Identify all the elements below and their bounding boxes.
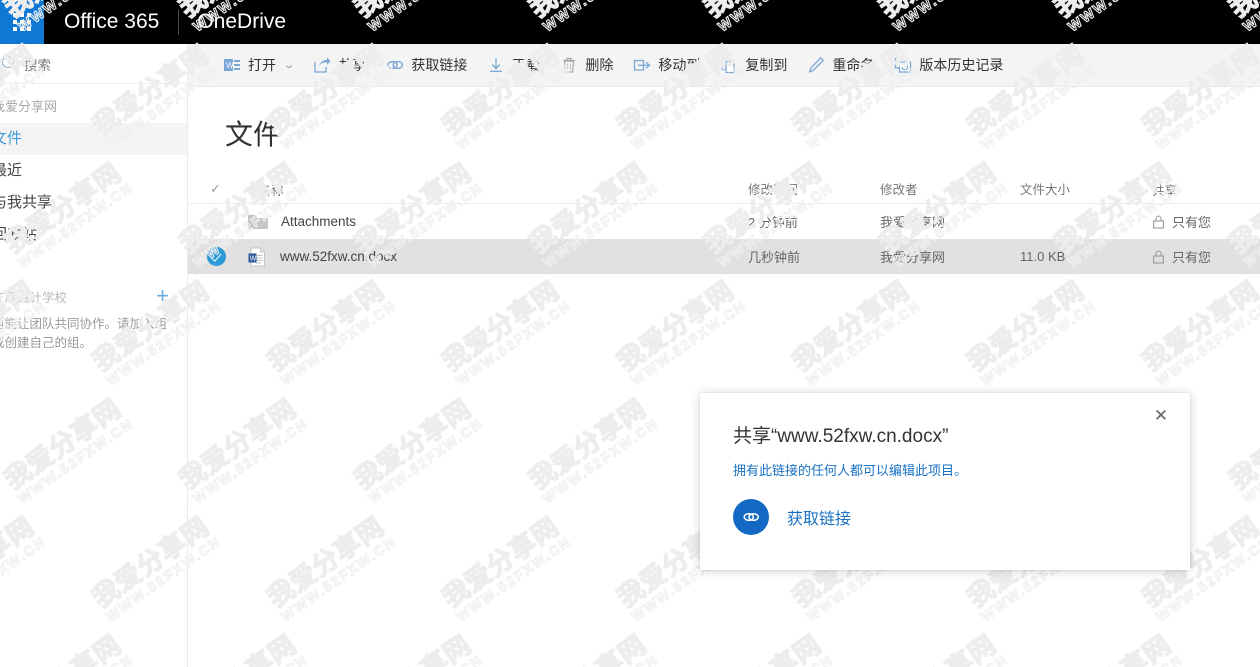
move-to-icon	[634, 59, 651, 71]
column-label: 修改时间	[748, 183, 799, 197]
main-content: 文件 ✓ ↑ 名称 修改时间 修改者 文件大小 共享 Attachments 2…	[188, 87, 1260, 667]
row-modified: 几秒钟前	[748, 250, 801, 265]
chevron-down-icon[interactable]: ⌄	[283, 60, 296, 71]
row-modified-by: 我爱分享网	[880, 215, 946, 230]
onedrive-app-name[interactable]: OneDrive	[179, 0, 304, 44]
file-name[interactable]: Attachments	[281, 214, 356, 229]
office-365-brand[interactable]: Office 365	[44, 0, 178, 44]
command-label: 打开	[248, 57, 276, 73]
table-row[interactable]: W www.52fxw.cn.docx 几秒钟前 我爱分享网 11.0 KB 只…	[188, 239, 1260, 274]
get-link-label: 获取链接	[787, 511, 852, 528]
checkmark-icon: ✓	[210, 181, 221, 196]
sidebar-item-label: 与我共享	[0, 194, 53, 211]
command-label: 下载	[512, 57, 541, 73]
get-link-action[interactable]: 获取链接	[700, 479, 1190, 535]
search-icon	[0, 53, 20, 75]
move-to-button[interactable]: 移动到	[623, 44, 710, 87]
row-modified: 2 分钟前	[748, 215, 798, 230]
plus-icon[interactable]: +	[156, 285, 169, 307]
sort-ascending-icon: ↑	[248, 183, 254, 195]
sidebar-item-label: 最近	[0, 162, 23, 179]
share-button[interactable]: 共享	[303, 44, 376, 87]
search-input[interactable]: 搜索	[0, 44, 187, 84]
trash-icon	[563, 57, 576, 73]
page-title: 文件	[225, 119, 282, 150]
sidebar-groups-header: 广厚设计学校 +	[0, 283, 187, 309]
column-label: 名称	[258, 183, 284, 198]
share-dialog: ✕ 共享“www.52fxw.cn.docx” 拥有此链接的任何人都可以编辑此项…	[700, 393, 1190, 570]
lock-icon	[1153, 250, 1164, 264]
open-button[interactable]: W 打开 ⌄	[213, 44, 303, 87]
command-label: 重命名	[832, 57, 875, 73]
get-link-button[interactable]: 获取链接	[376, 44, 477, 87]
command-label: 删除	[585, 57, 614, 73]
version-history-button[interactable]: 版本历史记录	[884, 44, 1013, 87]
file-list-header: ✓ ↑ 名称 修改时间 修改者 文件大小 共享	[188, 175, 1260, 204]
column-header-size[interactable]: 文件大小	[1020, 179, 1152, 199]
left-navigation: 搜索 我爱分享网 文件 最近 与我共享 回收站 广厚设计学校 + 组能让团队共同…	[0, 44, 188, 667]
sidebar-group-description: 组能让团队共同协作。请加入组或创建自己的组。	[0, 317, 168, 351]
copy-to-button[interactable]: 复制到	[710, 44, 797, 87]
search-placeholder: 搜索	[24, 57, 51, 73]
row-checkbox[interactable]	[202, 247, 248, 266]
command-label: 版本历史记录	[919, 57, 1004, 73]
row-size: 11.0 KB	[1020, 249, 1066, 264]
sidebar-item-recycle-bin[interactable]: 回收站	[0, 219, 187, 251]
row-name-cell[interactable]: W www.52fxw.cn.docx	[248, 247, 748, 267]
dialog-subtitle[interactable]: 拥有此链接的任何人都可以编辑此项目。	[700, 448, 1190, 479]
select-all-checkbox[interactable]: ✓	[202, 181, 248, 197]
waffle-grid-icon	[12, 12, 32, 32]
column-label: 文件大小	[1020, 183, 1071, 197]
checkmark-icon	[207, 247, 226, 266]
file-name[interactable]: www.52fxw.cn.docx	[280, 249, 397, 264]
svg-text:W: W	[250, 255, 257, 262]
link-circle-icon	[733, 499, 769, 535]
link-icon	[387, 60, 404, 70]
word-open-icon: W	[224, 59, 240, 71]
column-header-sharing[interactable]: 共享	[1152, 180, 1260, 199]
row-sharing[interactable]: 只有您	[1152, 247, 1260, 266]
version-history-icon	[895, 57, 912, 73]
column-header-name[interactable]: ↑ 名称	[248, 180, 748, 199]
lock-icon	[1153, 215, 1164, 229]
row-sharing[interactable]: 只有您	[1152, 212, 1260, 231]
column-label: 共享	[1152, 183, 1178, 198]
command-label: 获取链接	[411, 57, 468, 73]
command-label: 移动到	[658, 57, 701, 73]
sidebar-item-files[interactable]: 文件	[0, 123, 187, 155]
sidebar-item-label: 文件	[0, 130, 23, 147]
download-button[interactable]: 下载	[477, 44, 550, 87]
dialog-title: 共享“www.52fxw.cn.docx”	[733, 426, 949, 447]
rename-button[interactable]: 重命名	[797, 44, 884, 87]
sidebar-item-recent[interactable]: 最近	[0, 155, 187, 187]
svg-text:W: W	[226, 61, 234, 70]
sidebar-owner-name: 我爱分享网	[0, 99, 58, 114]
command-label: 共享	[338, 57, 367, 73]
file-list: ✓ ↑ 名称 修改时间 修改者 文件大小 共享 Attachments 2 分钟…	[188, 175, 1260, 274]
row-modified-by: 我爱分享网	[880, 250, 946, 265]
row-name-cell[interactable]: Attachments	[248, 214, 748, 230]
rename-pencil-icon	[808, 56, 825, 73]
copy-to-icon	[721, 57, 735, 74]
sharing-label: 只有您	[1172, 215, 1212, 230]
column-label: 修改者	[880, 183, 918, 197]
share-icon	[314, 57, 331, 73]
download-icon	[490, 58, 503, 72]
delete-button[interactable]: 删除	[550, 44, 623, 87]
column-header-modified-by[interactable]: 修改者	[880, 179, 1020, 199]
sidebar-item-label: 回收站	[0, 226, 38, 243]
suite-bar: Office 365 OneDrive	[0, 0, 1260, 44]
close-icon[interactable]: ✕	[1150, 405, 1172, 427]
command-label: 复制到	[745, 57, 788, 73]
column-header-modified[interactable]: 修改时间	[748, 179, 880, 199]
app-launcher-waffle-button[interactable]	[0, 0, 44, 44]
command-bar: W 打开 ⌄ 共享 获取链接 下载 删除 移动到 复制到 重命名 版本历史记录	[188, 44, 1260, 87]
folder-icon	[248, 214, 268, 230]
sidebar-group-title: 广厚设计学校	[0, 290, 68, 305]
sharing-label: 只有您	[1172, 250, 1212, 265]
table-row[interactable]: Attachments 2 分钟前 我爱分享网 只有您	[188, 204, 1260, 239]
word-doc-icon: W	[248, 247, 265, 266]
sidebar-item-shared-with-me[interactable]: 与我共享	[0, 187, 187, 219]
